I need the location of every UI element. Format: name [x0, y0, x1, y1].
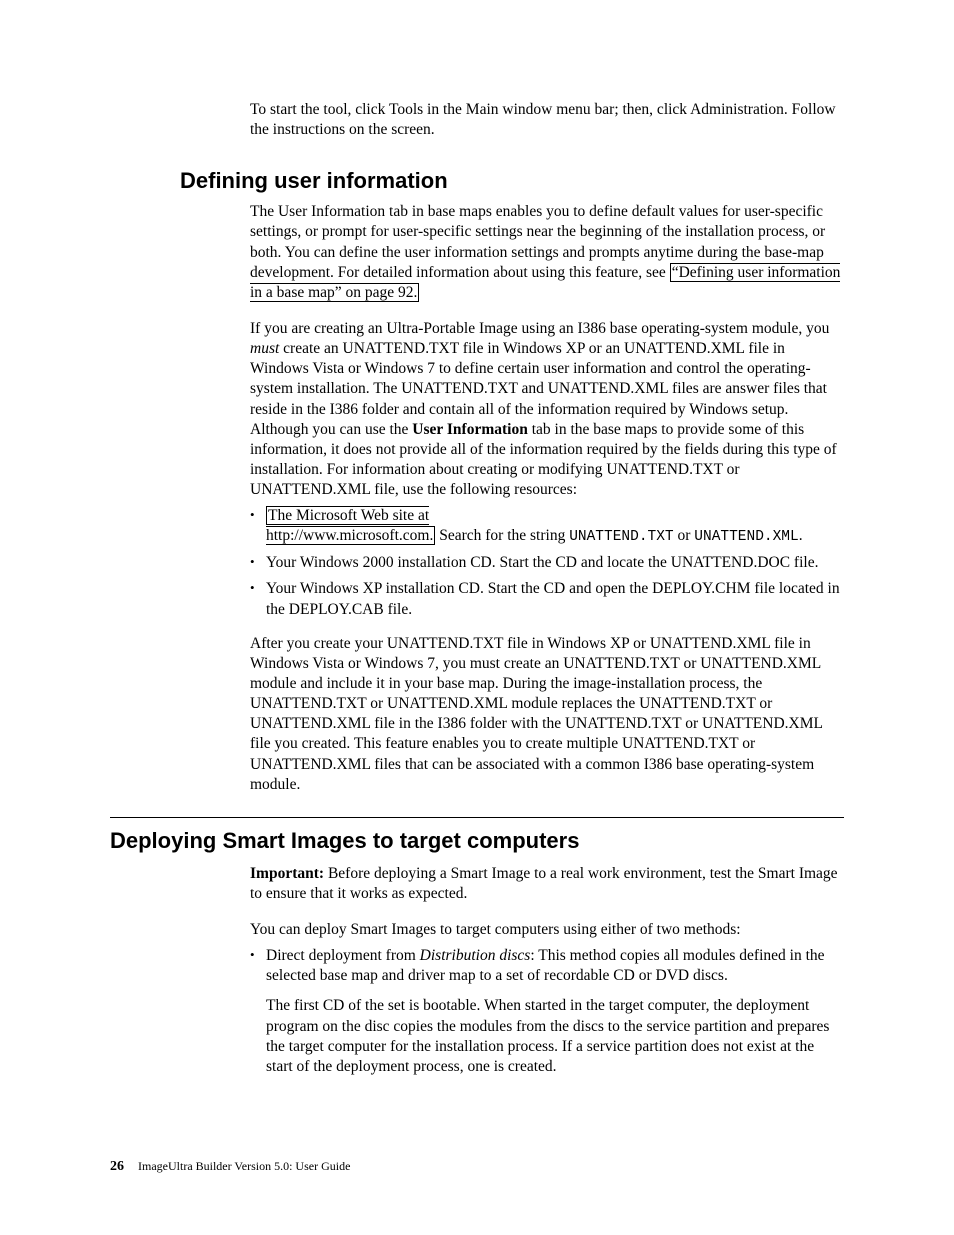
section2-para1: Important: Before deploying a Smart Imag…	[250, 864, 844, 904]
heading-defining-user-information: Defining user information	[180, 168, 844, 194]
intro-paragraph: To start the tool, click Tools in the Ma…	[250, 100, 844, 140]
resources-list: The Microsoft Web site at http://www.micr…	[250, 506, 844, 619]
deploy-methods-list: Direct deployment from Distribution disc…	[250, 946, 844, 1077]
page-number: 26	[110, 1159, 124, 1174]
important-label: Important:	[250, 865, 324, 882]
bullet1-b: Search for the string	[435, 527, 569, 544]
list-item-winxp: Your Windows XP installation CD. Start t…	[250, 579, 844, 619]
page-footer: 26 ImageUltra Builder Version 5.0: User G…	[110, 1159, 350, 1175]
list-item-direct-deploy: Direct deployment from Distribution disc…	[250, 946, 844, 1077]
footer-title: ImageUltra Builder Version 5.0: User Gui…	[138, 1159, 350, 1173]
bullet1-a: The Microsoft Web site at	[268, 507, 429, 524]
mono-unattend-txt: UNATTEND.TXT	[569, 529, 673, 545]
bullet1-c: or	[674, 527, 695, 544]
deploy-bullet1-sub: The first CD of the set is bootable. Whe…	[266, 996, 844, 1077]
section1-para2-bold: User Information	[412, 421, 528, 438]
section2-para1-text: Before deploying a Smart Image to a real…	[250, 865, 838, 902]
deploy-bullet1-a: Direct deployment from	[266, 947, 420, 964]
section1-para1: The User Information tab in base maps en…	[250, 202, 844, 303]
resource-ms-link: http://www.microsoft.com.	[266, 527, 433, 544]
deploy-bullet1-italic: Distribution discs	[420, 947, 531, 964]
section1-para3: After you create your UNATTEND.TXT file …	[250, 634, 844, 795]
section1-para2: If you are creating an Ultra-Portable Im…	[250, 319, 844, 500]
heading-deploying-smart-images: Deploying Smart Images to target compute…	[110, 817, 844, 854]
resource-ms-text[interactable]: The Microsoft Web site at http://www.micr…	[266, 506, 435, 545]
list-item-microsoft: The Microsoft Web site at http://www.micr…	[250, 506, 844, 547]
list-item-win2000: Your Windows 2000 installation CD. Start…	[250, 553, 844, 573]
section1-para2-must: must	[250, 340, 279, 357]
section2-para2: You can deploy Smart Images to target co…	[250, 920, 844, 940]
mono-unattend-xml: UNATTEND.XML	[694, 529, 798, 545]
bullet1-d: .	[799, 527, 803, 544]
section1-para2-a: If you are creating an Ultra-Portable Im…	[250, 320, 829, 337]
